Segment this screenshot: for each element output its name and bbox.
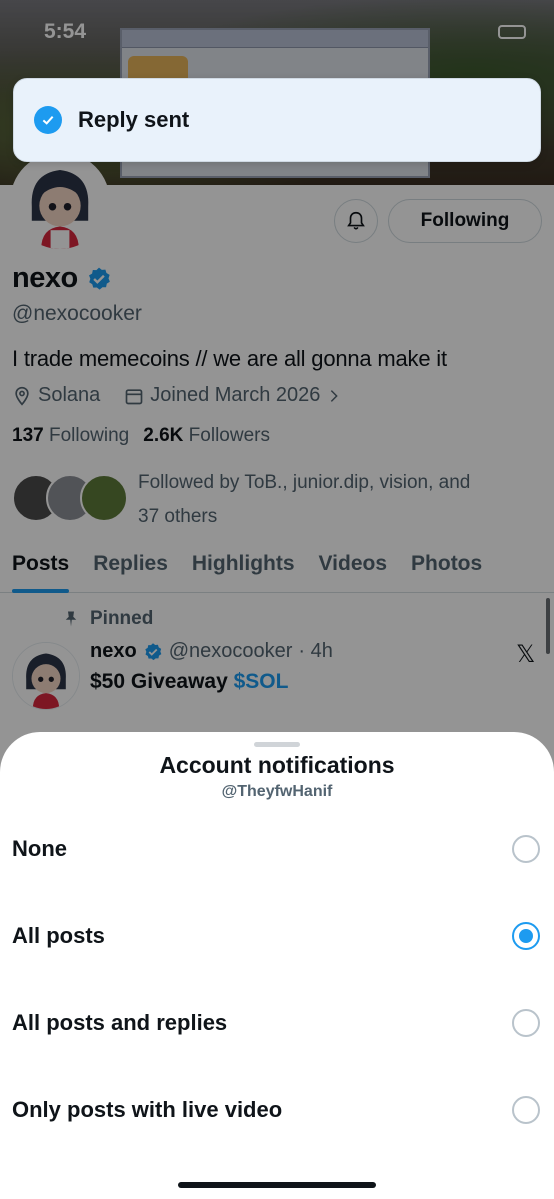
radio-live-video[interactable]: [512, 1096, 540, 1124]
radio-all-posts-and-replies[interactable]: [512, 1009, 540, 1037]
account-notifications-sheet: Account notifications @TheyfwHanif None …: [0, 732, 554, 1199]
option-live-video[interactable]: Only posts with live video: [0, 1080, 554, 1140]
home-indicator[interactable]: [178, 1182, 376, 1188]
option-all-posts[interactable]: All posts: [0, 906, 554, 966]
reply-sent-toast: Reply sent: [13, 78, 541, 162]
sheet-title: Account notifications: [159, 752, 395, 778]
sheet-grabber[interactable]: [254, 742, 300, 747]
check-icon: [34, 106, 62, 134]
toast-message: Reply sent: [78, 107, 190, 132]
option-none[interactable]: None: [0, 819, 554, 879]
option-all-posts-and-replies[interactable]: All posts and replies: [0, 993, 554, 1053]
sheet-subtitle: @TheyfwHanif: [221, 783, 333, 800]
radio-all-posts[interactable]: [512, 922, 540, 950]
radio-none[interactable]: [512, 835, 540, 863]
